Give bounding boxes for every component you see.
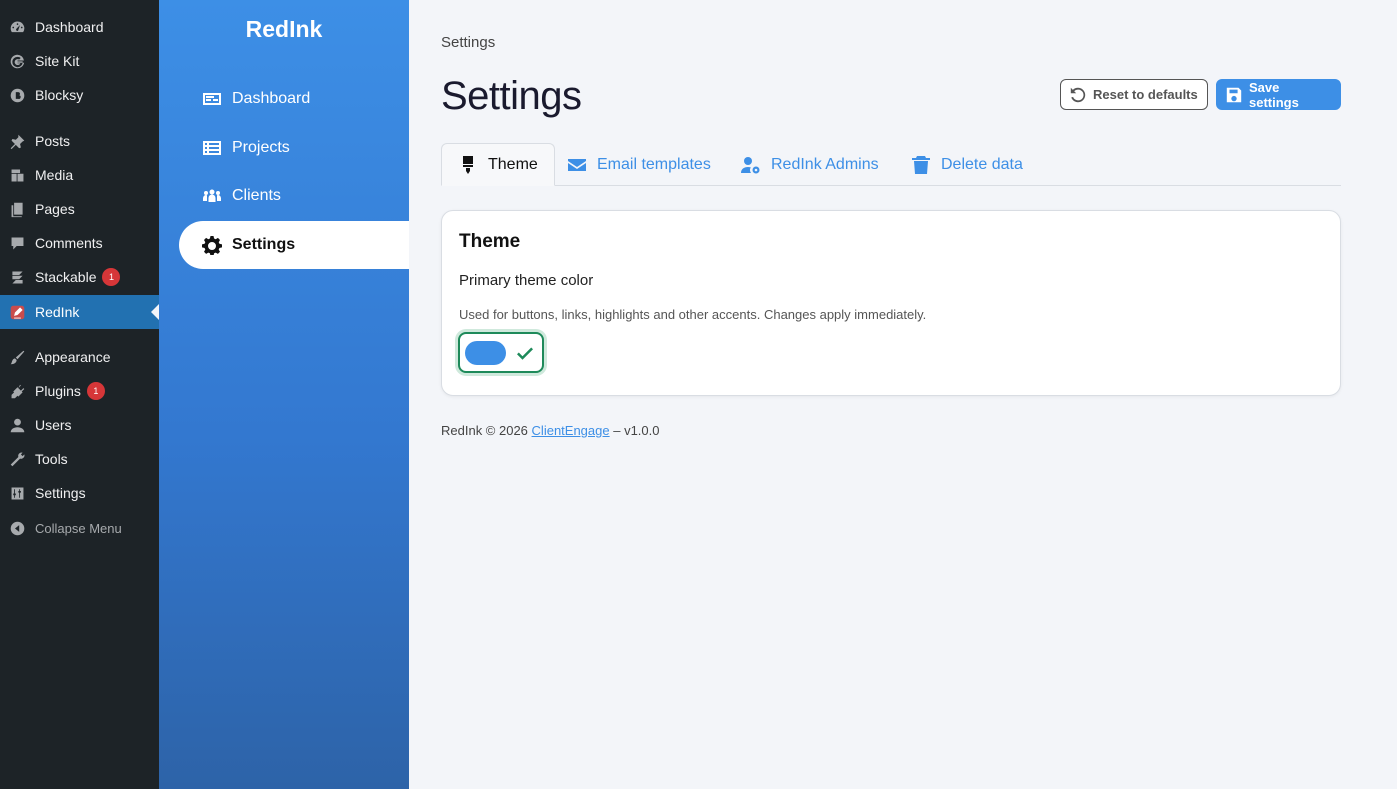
breadcrumb: Settings — [441, 34, 496, 51]
wp-menu-label: Site Kit — [35, 53, 80, 69]
trash-icon — [911, 155, 941, 175]
collapse-menu-button[interactable]: Collapse Menu — [0, 511, 159, 545]
paintbrush-icon — [458, 155, 488, 175]
tab-delete-data[interactable]: Delete data — [911, 143, 1023, 186]
page-title: Settings — [441, 74, 582, 118]
comment-icon — [8, 234, 26, 252]
primary-color-picker[interactable] — [458, 332, 544, 373]
tab-label: Email templates — [597, 155, 711, 173]
user-icon — [8, 416, 26, 434]
tab-label: Theme — [488, 155, 538, 173]
list-icon — [201, 137, 223, 159]
tab-theme[interactable]: Theme — [441, 143, 555, 186]
wp-menu-plugins[interactable]: Plugins 1 — [0, 374, 159, 408]
media-icon — [8, 166, 26, 184]
sidebar-item-clients[interactable]: Clients — [179, 172, 409, 220]
blocksy-icon — [8, 86, 26, 104]
footer-prefix: RedInk © 2026 — [441, 423, 528, 438]
wp-admin-menu: Dashboard Site Kit Blocksy Posts Media P… — [0, 0, 159, 789]
save-label: Save settings — [1249, 79, 1299, 110]
tab-email-templates[interactable]: Email templates — [567, 143, 711, 186]
envelope-icon — [567, 155, 597, 175]
card-icon — [201, 88, 223, 110]
wp-menu-label: Blocksy — [35, 87, 84, 103]
wp-menu-label: Appearance — [35, 349, 111, 365]
collapse-arrow-icon — [8, 519, 26, 537]
footer-version: – v1.0.0 — [613, 423, 660, 438]
collapse-menu-label: Collapse Menu — [35, 520, 122, 536]
wp-menu-label: Tools — [35, 451, 68, 467]
wp-menu-users[interactable]: Users — [0, 408, 159, 442]
sidebar-item-label: Clients — [232, 187, 281, 204]
wp-menu-dashboard[interactable]: Dashboard — [0, 10, 159, 44]
wp-menu-comments[interactable]: Comments — [0, 226, 159, 260]
floppy-disk-icon — [1225, 86, 1249, 104]
pages-icon — [8, 200, 26, 218]
user-gear-icon — [741, 155, 771, 175]
wrench-icon — [8, 450, 26, 468]
settings-tabs: Theme Email templates RedInk Admins Dele… — [441, 143, 1341, 186]
update-count-badge: 1 — [86, 382, 105, 400]
wp-menu-blocksy[interactable]: Blocksy — [0, 78, 159, 112]
gear-icon — [201, 234, 223, 256]
wp-menu-stackable[interactable]: Stackable 1 — [0, 260, 159, 294]
wp-menu-appearance[interactable]: Appearance — [0, 340, 159, 374]
primary-color-label: Primary theme color — [459, 272, 594, 289]
sidebar-item-settings[interactable]: Settings — [179, 221, 409, 269]
app-sidebar: RedInk Dashboard Projects Clients Settin… — [159, 0, 409, 789]
wp-menu-label: Pages — [35, 201, 75, 217]
sidebar-item-label: Dashboard — [232, 90, 311, 107]
paintbrush-icon — [8, 348, 26, 366]
footer: RedInk © 2026 ClientEngage – v1.0.0 — [441, 423, 660, 438]
undo-icon — [1069, 86, 1093, 104]
wp-menu-label: Media — [35, 167, 74, 183]
wp-menu-label: Settings — [35, 485, 86, 501]
sliders-icon — [8, 484, 26, 502]
wp-menu-posts[interactable]: Posts — [0, 124, 159, 158]
primary-color-help: Used for buttons, links, highlights and … — [459, 307, 927, 322]
sidebar-item-projects[interactable]: Projects — [179, 124, 409, 172]
users-group-icon — [201, 185, 223, 207]
wp-menu-tools[interactable]: Tools — [0, 442, 159, 476]
wp-menu-label: Plugins — [35, 383, 81, 399]
sidebar-item-label: Projects — [232, 139, 290, 156]
wp-menu-settings[interactable]: Settings — [0, 476, 159, 510]
brand-logo: RedInk — [245, 16, 323, 42]
pushpin-icon — [8, 132, 26, 150]
plug-icon — [8, 382, 26, 400]
wp-menu-label: RedInk — [35, 304, 80, 320]
reset-label: Reset to defaults — [1093, 87, 1198, 102]
color-swatch — [465, 340, 506, 365]
tab-label: Delete data — [941, 155, 1023, 173]
clientengage-link[interactable]: ClientEngage — [532, 423, 610, 438]
wp-menu-label: Stackable — [35, 269, 97, 285]
sidebar-item-label: Settings — [232, 236, 296, 253]
wp-menu-label: Dashboard — [35, 19, 104, 35]
theme-card: Theme Primary theme color Used for butto… — [441, 210, 1341, 396]
stackable-icon — [8, 268, 26, 286]
google-g-icon — [8, 52, 26, 70]
checkmark-icon — [515, 343, 535, 363]
update-count-badge: 1 — [102, 268, 121, 286]
wp-menu-label: Comments — [35, 235, 103, 251]
tab-label: RedInk Admins — [771, 155, 879, 173]
card-title: Theme — [459, 231, 521, 252]
save-settings-button[interactable]: Save settings — [1216, 79, 1341, 110]
sidebar-item-dashboard[interactable]: Dashboard — [179, 75, 409, 123]
tab-redink-admins[interactable]: RedInk Admins — [741, 143, 879, 186]
wp-menu-label: Posts — [35, 133, 71, 149]
redink-icon — [8, 303, 26, 321]
wp-menu-redink[interactable]: RedInk — [0, 295, 159, 329]
wp-menu-label: Users — [35, 417, 72, 433]
wp-menu-pages[interactable]: Pages — [0, 192, 159, 226]
dashboard-icon — [8, 18, 26, 36]
wp-menu-media[interactable]: Media — [0, 158, 159, 192]
reset-to-defaults-button[interactable]: Reset to defaults — [1060, 79, 1208, 110]
wp-menu-site-kit[interactable]: Site Kit — [0, 44, 159, 78]
